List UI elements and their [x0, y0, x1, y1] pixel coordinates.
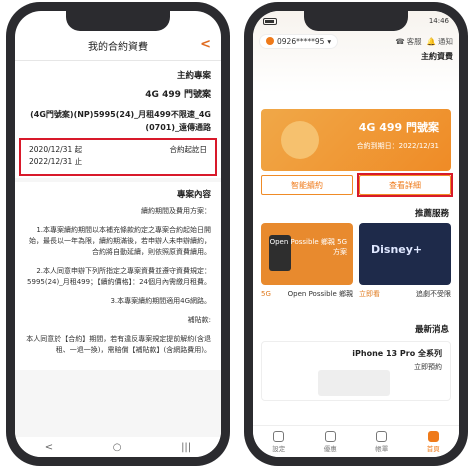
- news-headline: iPhone 13 Pro 全系列: [352, 349, 442, 358]
- clock: 14:46: [428, 17, 449, 25]
- news-image: [318, 370, 390, 396]
- contract-period: 2020/12/31 起合約起訖日 2022/12/31 止: [19, 138, 217, 176]
- notch: [66, 11, 170, 31]
- notify-button[interactable]: 🔔 通知: [427, 36, 453, 47]
- contract-details: 主約專案 4G 499 門號案 (4G門號案)(NP)5995(24)_月租49…: [15, 63, 221, 437]
- gear-icon: [273, 430, 285, 442]
- tab-offers[interactable]: 優惠: [323, 430, 337, 453]
- system-nav-bar: < ○ |||: [15, 437, 221, 457]
- bottom-tab-bar: 設定 優惠 帳單 首頁: [253, 425, 459, 457]
- header-row: 0926*****95 ▾ ☎ 客服 🔔 通知: [259, 33, 453, 49]
- banner-plan-name: 4G 499 門號案: [358, 121, 439, 134]
- tab-label: 設定: [272, 444, 286, 453]
- headset-icon: ☎: [395, 36, 405, 46]
- paragraph: 補貼款:: [187, 316, 211, 324]
- plan-name: 4G 499 門號案: [145, 90, 211, 100]
- rec-action[interactable]: 5G: [261, 289, 271, 299]
- button-label: 智能續約: [291, 180, 323, 190]
- page-title: 我的合約資費: [88, 42, 148, 53]
- account-selector[interactable]: 0926*****95 ▾: [259, 33, 339, 49]
- account-number: 0926*****95: [277, 36, 325, 46]
- plan-description: (4G門號案)(NP)5995(24)_月租499不限速_4G (0701)_遠…: [30, 110, 211, 132]
- service-label: 客服: [406, 36, 422, 46]
- recommend-cards: Open Possible 鄉親 5G 方案 Disney+: [261, 223, 451, 285]
- tab-bill[interactable]: 帳單: [375, 430, 389, 453]
- paragraph: 2.本人同意申辦下列所指定之專案資費並遵守資費規定：5995(24)_月租499…: [27, 267, 211, 286]
- notify-label: 通知: [438, 36, 453, 46]
- plan-icon: [281, 121, 319, 159]
- rec-action[interactable]: 立即看: [359, 289, 380, 299]
- left-phone: 我的合約資費 < 主約專案 4G 499 門號案 (4G門號案)(NP)5995…: [6, 2, 230, 466]
- news-title: 最新消息: [414, 325, 449, 335]
- view-detail-button[interactable]: 查看詳細: [357, 173, 453, 197]
- main-plan-section: 主約專案 4G 499 門號案 (4G門號案)(NP)5995(24)_月租49…: [15, 63, 221, 178]
- home-icon: [427, 430, 439, 442]
- page-header: 我的合約資費 <: [15, 31, 221, 61]
- tab-label: 優惠: [323, 444, 337, 453]
- nav-back-icon[interactable]: <: [45, 442, 53, 453]
- recommend-card[interactable]: Disney+: [359, 223, 451, 285]
- recommend-card[interactable]: Open Possible 鄉親 5G 方案: [261, 223, 353, 285]
- bill-icon: [376, 430, 388, 442]
- news-subtitle: 立即預約: [414, 363, 442, 371]
- bell-icon: 🔔: [426, 36, 436, 46]
- recommend-title: 推薦服務: [414, 209, 449, 219]
- tab-label: 帳單: [375, 444, 389, 453]
- paragraph: 本人同意於【合約】期間，若有違反專案規定提前解約(含退租、一退一換)，需賠償【補…: [26, 335, 211, 354]
- home-content: 4G 499 門號案 合約到期日：2022/12/31 智能續約 查看詳細 推薦…: [253, 69, 459, 425]
- rec-label: Open Possible 鄉親: [287, 290, 353, 298]
- paragraph: 續約期間及費用方案：: [141, 207, 211, 215]
- paragraph: 1.本專案續約期間以本補充條款約定之專案合約起始日開始，最長以一年為限，續約期滿…: [29, 226, 211, 256]
- back-icon[interactable]: <: [200, 37, 211, 52]
- smart-renew-button[interactable]: 智能續約: [261, 175, 353, 195]
- header-tools: ☎ 客服 🔔 通知: [395, 36, 453, 47]
- chevron-down-icon: ▾: [327, 36, 332, 46]
- tab-settings[interactable]: 設定: [272, 430, 286, 453]
- plan-actions: 智能續約 查看詳細: [261, 173, 453, 197]
- disney-logo: Disney+: [371, 243, 423, 256]
- highlight-box: [19, 138, 217, 176]
- tab-home[interactable]: 首頁: [426, 430, 440, 453]
- highlight-box: [357, 173, 453, 197]
- battery-icon: [263, 17, 277, 25]
- gift-icon: [324, 430, 336, 442]
- news-card[interactable]: iPhone 13 Pro 全系列 立即預約: [261, 341, 451, 401]
- right-screen: 14:46 0926*****95 ▾ ☎ 客服 🔔 通知 主約資費 4G 49…: [253, 11, 459, 457]
- paragraph: 3.本專案續約期間適用4G網路。: [110, 297, 211, 305]
- section-title: 專案內容: [176, 190, 211, 200]
- rec-label: 追劇不受限: [416, 290, 451, 298]
- plan-banner[interactable]: 4G 499 門號案 合約到期日：2022/12/31: [261, 109, 451, 171]
- right-phone: 14:46 0926*****95 ▾ ☎ 客服 🔔 通知 主約資費 4G 49…: [244, 2, 468, 466]
- nav-recents-icon[interactable]: |||: [181, 442, 191, 453]
- card-text: Open Possible 鄉親 5G 方案: [269, 238, 347, 256]
- recommend-labels: 5G Open Possible 鄉親 立即看 追劇不受限: [261, 289, 451, 299]
- notch: [304, 11, 408, 31]
- nav-home-icon[interactable]: ○: [113, 442, 122, 453]
- avatar-icon: [266, 37, 274, 45]
- tab-label: 首頁: [426, 444, 440, 453]
- section-title: 主約專案: [176, 71, 211, 81]
- content-section: 專案內容 續約期間及費用方案： 1.本專案續約期間以本補充條款約定之專案合約起始…: [15, 182, 221, 370]
- left-screen: 我的合約資費 < 主約專案 4G 499 門號案 (4G門號案)(NP)5995…: [15, 11, 221, 457]
- contract-label: 主約資費: [421, 52, 453, 61]
- service-button[interactable]: ☎ 客服: [395, 36, 421, 47]
- banner-contract-date: 合約到期日：2022/12/31: [356, 142, 439, 150]
- contract-row: 主約資費: [259, 51, 453, 62]
